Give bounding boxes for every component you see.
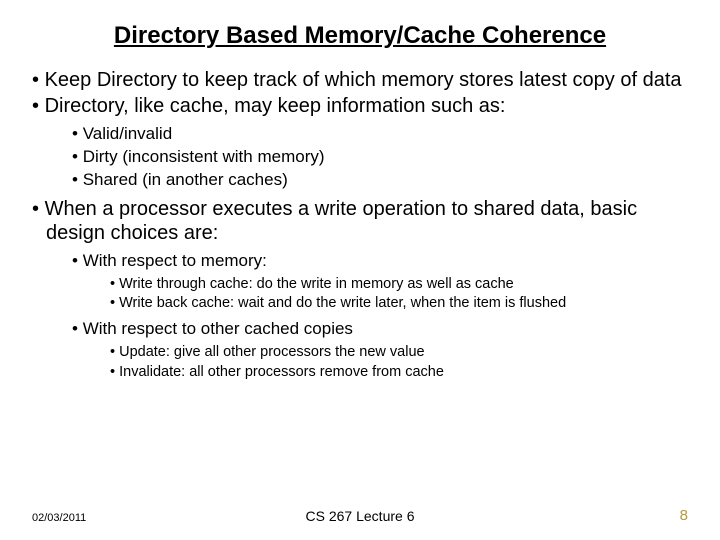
list-item: Keep Directory to keep track of which me… (28, 68, 692, 92)
list-item: With respect to memory: Write through ca… (70, 250, 692, 313)
sub-list: Valid/invalid Dirty (inconsistent with m… (70, 123, 692, 191)
list-item: With respect to other cached copies Upda… (70, 318, 692, 381)
list-item: Dirty (inconsistent with memory) (70, 146, 692, 168)
list-item-text: With respect to memory: (83, 251, 267, 270)
slide-title: Directory Based Memory/Cache Coherence (28, 22, 692, 50)
list-item: Directory, like cache, may keep informat… (28, 94, 692, 191)
slide-footer: 02/03/2011 CS 267 Lecture 6 8 (0, 507, 720, 524)
bullet-list: Keep Directory to keep track of which me… (28, 68, 692, 381)
list-item: Write through cache: do the write in mem… (108, 275, 692, 294)
footer-center: CS 267 Lecture 6 (0, 508, 720, 524)
list-item-text: Directory, like cache, may keep informat… (45, 95, 506, 117)
list-item-text: When a processor executes a write operat… (45, 198, 638, 244)
list-item: Write back cache: wait and do the write … (108, 294, 692, 313)
sub-sub-list: Write through cache: do the write in mem… (108, 275, 692, 313)
list-item-text: With respect to other cached copies (83, 319, 353, 338)
sub-list: With respect to memory: Write through ca… (70, 250, 692, 381)
sub-sub-list: Update: give all other processors the ne… (108, 343, 692, 381)
list-item: When a processor executes a write operat… (28, 197, 692, 381)
list-item: Update: give all other processors the ne… (108, 343, 692, 362)
list-item: Shared (in another caches) (70, 169, 692, 191)
list-item: Invalidate: all other processors remove … (108, 363, 692, 382)
list-item: Valid/invalid (70, 123, 692, 145)
